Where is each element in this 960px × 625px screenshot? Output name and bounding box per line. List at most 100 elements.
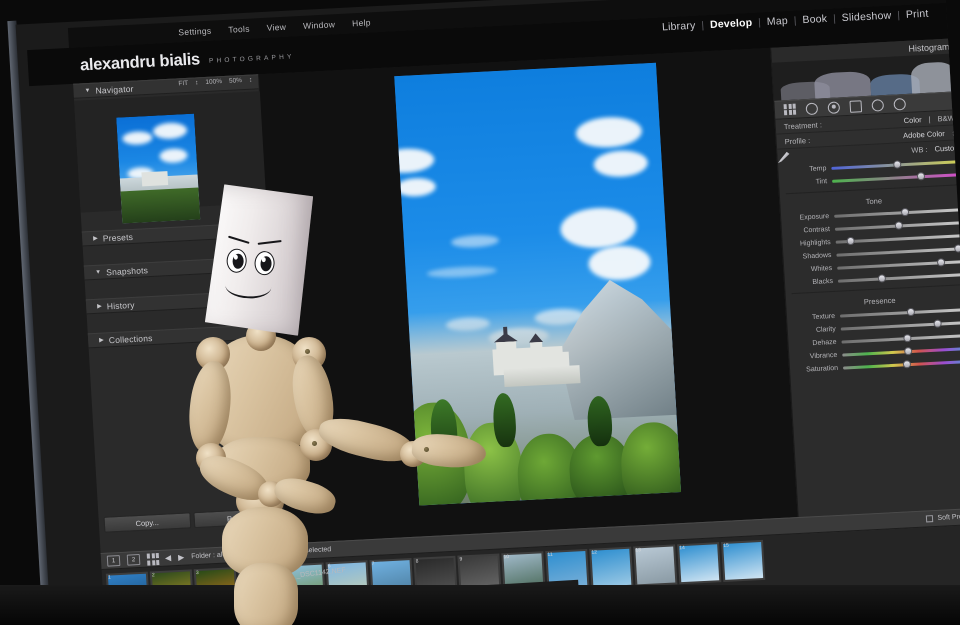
thumbnail-index: 14 bbox=[679, 544, 686, 552]
module-book[interactable]: Book bbox=[802, 13, 827, 26]
slider-label: Vibrance bbox=[809, 351, 838, 361]
presence-sliders[interactable]: Texture Clarity Dehaze Vibrance Saturation bbox=[787, 303, 960, 378]
slider-track[interactable] bbox=[839, 307, 960, 318]
slider-label: Exposure bbox=[799, 213, 830, 222]
slider-knob[interactable] bbox=[936, 257, 946, 267]
screenshot-root: Settings Tools View Window Help alexandru bi… bbox=[0, 0, 960, 625]
module-print[interactable]: Print bbox=[906, 8, 929, 21]
slider-track[interactable] bbox=[837, 257, 960, 270]
soft-proofing-checkbox[interactable] bbox=[925, 515, 933, 523]
slider-knob[interactable] bbox=[902, 359, 911, 369]
thumbnail-index: 12 bbox=[591, 549, 598, 556]
histogram-title: Histogram bbox=[908, 41, 950, 54]
left-eye-icon bbox=[226, 248, 248, 274]
right-eye-icon bbox=[253, 250, 276, 276]
slider-track[interactable] bbox=[837, 273, 960, 283]
twirl-icon[interactable]: ▶ bbox=[93, 235, 98, 242]
menu-item-tools[interactable]: Tools bbox=[228, 24, 250, 35]
slider-label: Temp bbox=[809, 165, 827, 174]
module-develop[interactable]: Develop bbox=[710, 17, 753, 31]
slider-label: Dehaze bbox=[812, 338, 837, 348]
slider-knob[interactable] bbox=[906, 307, 916, 316]
wooden-mannequin bbox=[150, 185, 488, 625]
zoom-level-0[interactable]: FIT bbox=[178, 80, 188, 87]
treatment-color-option[interactable]: Color bbox=[903, 115, 921, 125]
monitor: Settings Tools View Window Help alexandru bi… bbox=[0, 0, 960, 625]
thumbnail-index: 1 bbox=[107, 574, 112, 581]
profile-value[interactable]: Adobe Color bbox=[903, 129, 945, 140]
slider-track[interactable] bbox=[841, 333, 960, 344]
slider-label: Whites bbox=[810, 264, 833, 274]
slider-knob[interactable] bbox=[903, 346, 913, 356]
spot-removal-icon[interactable] bbox=[805, 102, 819, 115]
adjustment-brush-icon[interactable] bbox=[893, 97, 907, 111]
soft-proofing-label: Soft Proofing bbox=[937, 512, 960, 522]
right-panel: Histogram Treatment: Color | B&W Profil… bbox=[770, 38, 960, 625]
twirl-icon[interactable]: ▼ bbox=[84, 87, 90, 93]
smile-icon bbox=[224, 273, 272, 300]
slider-label: Shadows bbox=[802, 252, 832, 261]
left-section-label: Collections bbox=[108, 332, 153, 345]
wb-value[interactable]: Custom bbox=[934, 143, 960, 153]
slider-knob[interactable] bbox=[846, 236, 856, 245]
identity-tagline: PHOTOGRAPHY bbox=[208, 52, 295, 65]
menu-item-window[interactable]: Window bbox=[303, 19, 336, 31]
radial-filter-icon[interactable] bbox=[871, 98, 885, 112]
slider-knob[interactable] bbox=[953, 244, 960, 253]
zoom-level-2[interactable]: 50% bbox=[229, 77, 242, 85]
filmstrip-thumbnail[interactable]: 12 bbox=[589, 546, 634, 589]
twirl-icon[interactable]: ▼ bbox=[95, 269, 101, 275]
menu-item-view[interactable]: View bbox=[266, 22, 286, 33]
twirl-icon[interactable]: ▶ bbox=[97, 303, 102, 310]
zoom-stepper-icon[interactable]: ↕ bbox=[249, 77, 253, 84]
red-eye-icon[interactable] bbox=[827, 100, 841, 114]
slider-label: Saturation bbox=[805, 364, 839, 374]
slider-knob[interactable] bbox=[932, 319, 942, 328]
slider-knob[interactable] bbox=[878, 274, 887, 283]
profile-stepper-icon[interactable]: ↕ bbox=[951, 128, 955, 137]
menu-item-help[interactable]: Help bbox=[352, 17, 371, 28]
loupe-view-button[interactable]: 2 bbox=[126, 553, 141, 566]
menu-item-settings[interactable]: Settings bbox=[178, 26, 212, 38]
left-section-label: History bbox=[106, 299, 135, 311]
twirl-icon[interactable]: ▶ bbox=[99, 337, 104, 344]
crop-tool-icon[interactable] bbox=[783, 103, 797, 116]
mannequin-right-hand bbox=[410, 431, 488, 471]
slider-knob[interactable] bbox=[903, 333, 912, 343]
module-map[interactable]: Map bbox=[767, 15, 789, 28]
slider-knob[interactable] bbox=[893, 160, 902, 169]
graduated-filter-icon[interactable] bbox=[849, 99, 863, 113]
module-library[interactable]: Library bbox=[662, 20, 696, 34]
grid-view-button[interactable]: 1 bbox=[106, 555, 121, 567]
left-section-label: Presets bbox=[102, 231, 134, 243]
filmstrip-thumbnail[interactable]: 14 bbox=[677, 542, 722, 585]
treatment-bw-option[interactable]: B&W bbox=[937, 113, 955, 123]
slider-track[interactable] bbox=[842, 359, 960, 370]
mannequin-leg bbox=[234, 563, 298, 625]
slider-track[interactable] bbox=[832, 171, 960, 183]
slider-label: Clarity bbox=[815, 325, 836, 334]
zoom-level-1[interactable]: 100% bbox=[205, 78, 222, 86]
thumbnail-index: 10 bbox=[503, 553, 510, 561]
soft-proofing-toggle[interactable]: Soft Proofing bbox=[925, 512, 960, 523]
zoom-stepper-icon[interactable]: ↕ bbox=[195, 79, 199, 86]
slider-track[interactable] bbox=[842, 346, 960, 357]
tone-sliders[interactable]: Exposure Contrast Highlights Shadows Whites B… bbox=[781, 203, 960, 290]
slider-track[interactable] bbox=[840, 319, 960, 331]
left-section-label: Snapshots bbox=[105, 264, 149, 277]
filmstrip-thumbnail[interactable]: 13 bbox=[633, 544, 678, 587]
desk-surface bbox=[0, 585, 960, 625]
slider-label: Highlights bbox=[799, 239, 831, 248]
module-separator: | bbox=[832, 12, 837, 25]
slider-knob[interactable] bbox=[894, 221, 903, 230]
treatment-sep: | bbox=[928, 114, 931, 124]
right-eyebrow-icon bbox=[257, 239, 282, 246]
module-separator: | bbox=[897, 9, 901, 21]
navigator-zoom-controls[interactable]: FIT ↕ 100% 50% ↕ bbox=[178, 77, 252, 88]
eyedropper-icon[interactable] bbox=[777, 151, 790, 164]
filmstrip-thumbnail[interactable]: 15 bbox=[721, 539, 766, 582]
slider-knob[interactable] bbox=[900, 207, 910, 217]
module-slideshow[interactable]: Slideshow bbox=[841, 10, 891, 25]
thumbnail-index: 15 bbox=[723, 542, 729, 549]
slider-knob[interactable] bbox=[916, 171, 926, 181]
